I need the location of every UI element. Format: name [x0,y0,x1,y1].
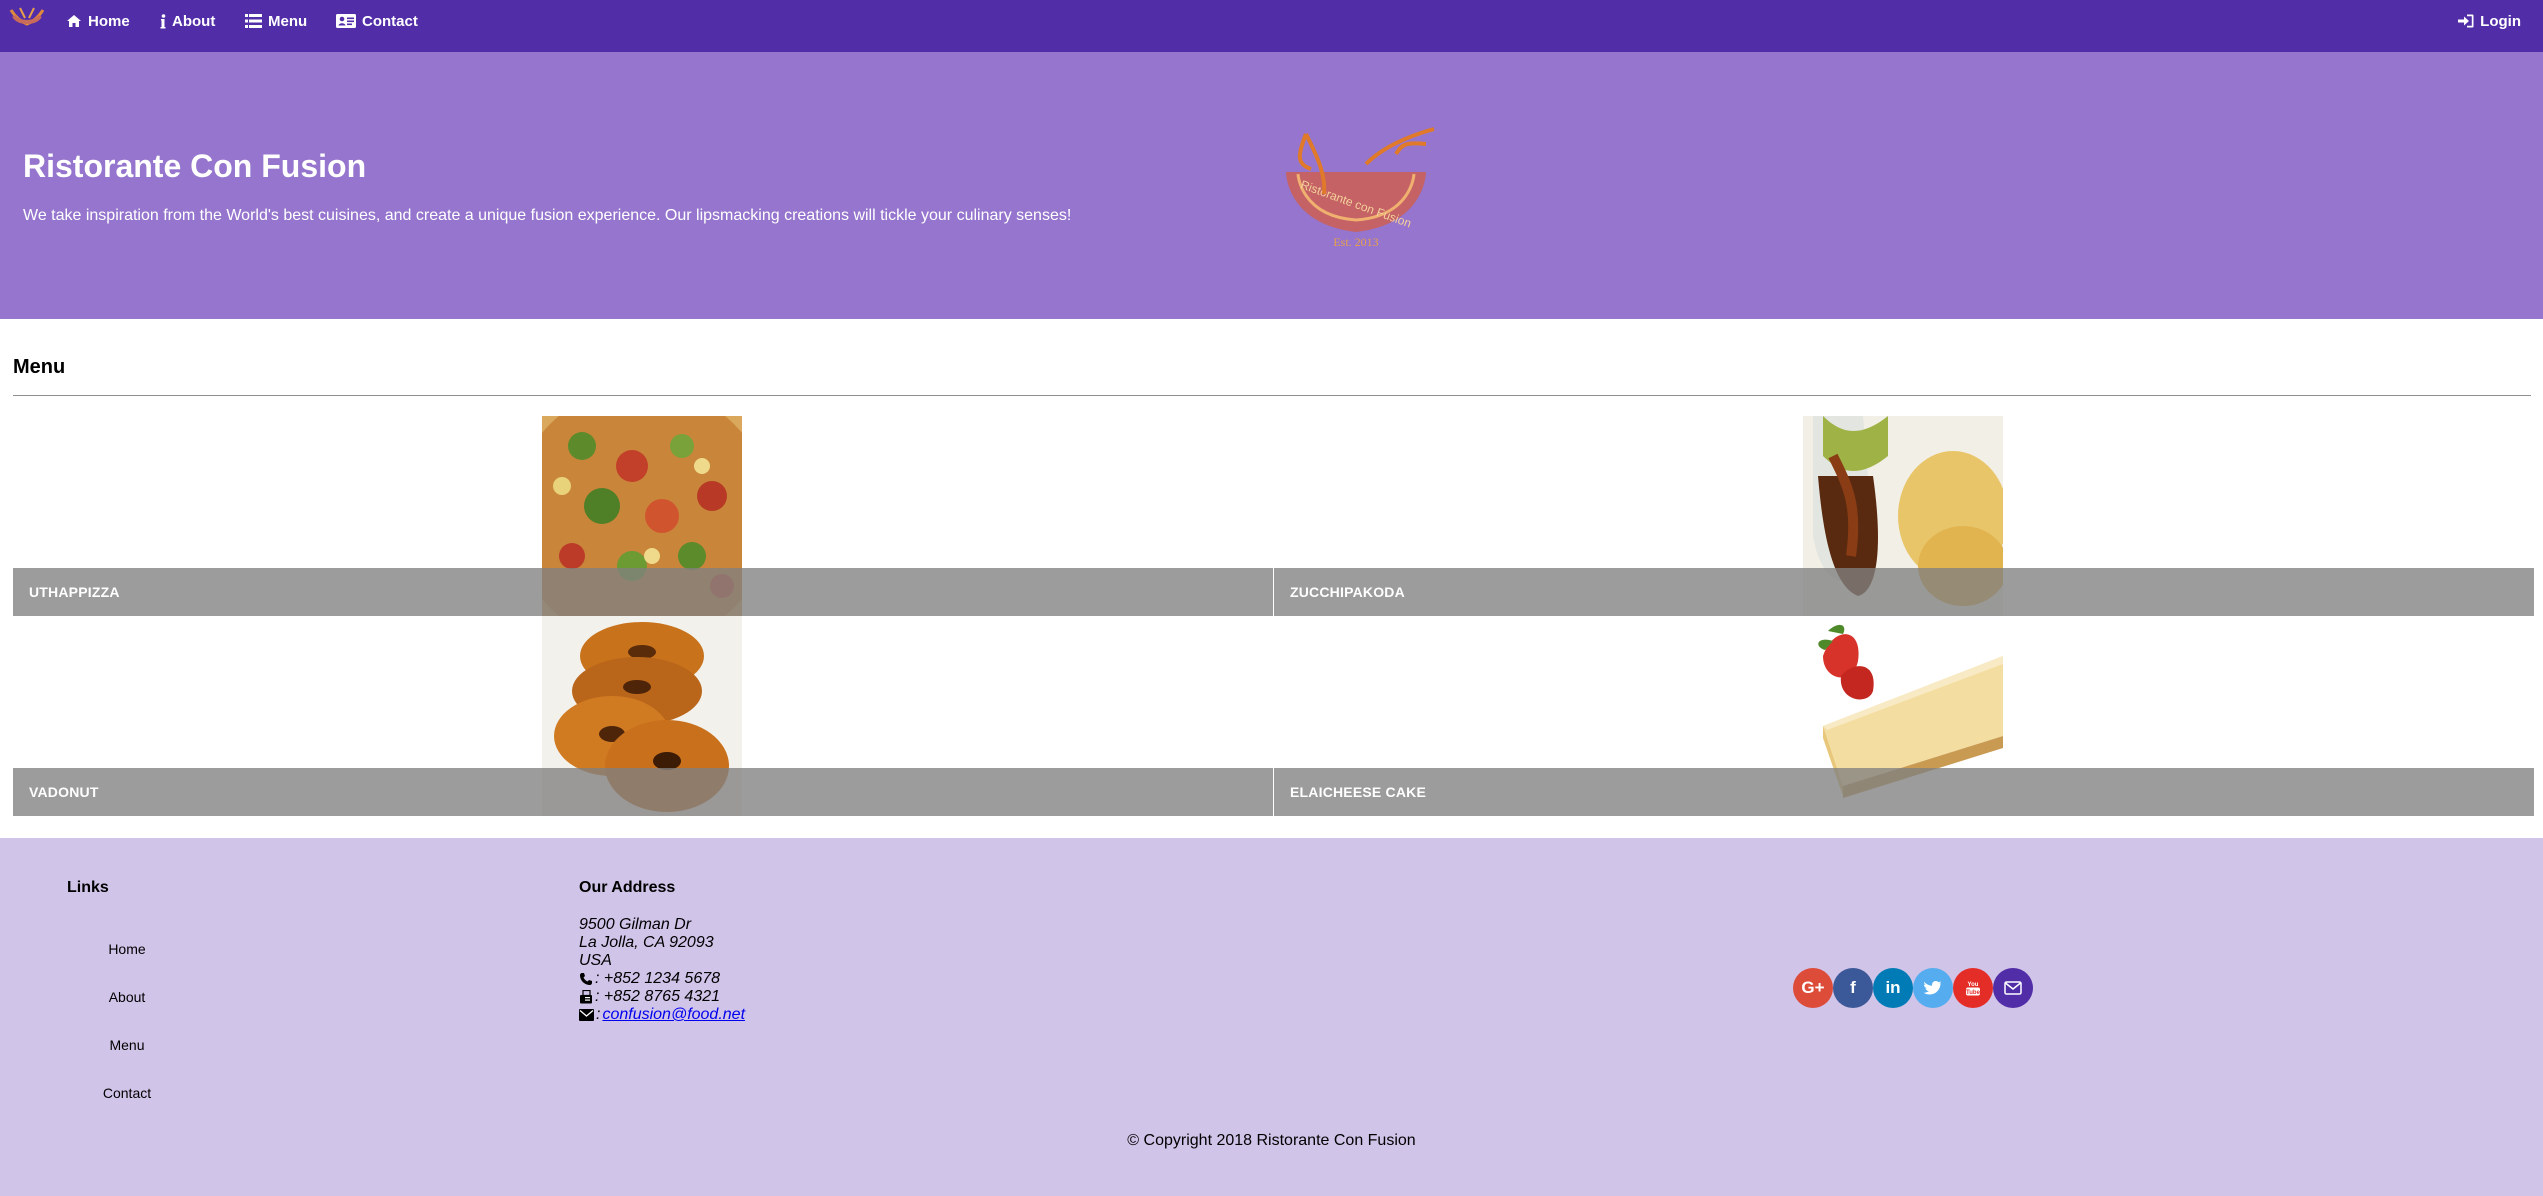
envelope-icon [579,1009,594,1021]
dish-tile-elaicheese-cake[interactable]: ELAICHEESE CAKE [1274,616,2534,816]
phone-line: : +852 1234 5678 [579,970,745,988]
footer-link-home[interactable]: Home [67,941,187,957]
nav-menu[interactable]: Menu [245,10,307,32]
login-label: Login [2480,12,2521,30]
twitter-bird-icon [1924,980,1942,994]
navbar: Home About Menu Contact Login [0,0,2543,52]
facebook-icon[interactable]: f [1833,968,1873,1008]
fax-number: : +852 8765 4321 [595,988,721,1005]
nav-contact[interactable]: Contact [336,10,418,32]
divider [13,395,2531,396]
links-heading: Links [67,879,109,896]
svg-text:Est. 2013: Est. 2013 [1333,235,1378,249]
nav-about-label: About [172,12,216,30]
footer-link-about[interactable]: About [67,989,187,1005]
address-line: USA [579,952,612,969]
info-icon [160,13,166,28]
login-button[interactable]: Login [2458,10,2521,32]
google-plus-glyph: G+ [1801,978,1825,997]
linkedin-icon[interactable]: in [1873,968,1913,1008]
fax-line: : +852 8765 4321 [579,988,745,1006]
nav-contact-label: Contact [362,12,418,30]
address-block: 9500 Gilman Dr La Jolla, CA 92093 USA : … [579,916,745,1024]
address-line: 9500 Gilman Dr [579,916,692,933]
dish-name: UTHAPPIZZA [29,584,120,600]
email-prefix: : [596,1006,601,1023]
fax-icon [580,990,592,1004]
dish-caption-bar: ELAICHEESE CAKE [1274,768,2534,816]
list-icon [245,14,262,28]
address-card-icon [336,14,356,28]
jumbotron: Ristorante Con Fusion We take inspiratio… [0,52,2543,319]
linkedin-glyph: in [1885,978,1901,997]
footer-link-contact[interactable]: Contact [67,1085,187,1101]
svg-text:Tube: Tube [1966,990,1981,996]
dish-tile-uthappizza[interactable]: UTHAPPIZZA [13,416,1273,616]
menu-heading: Menu [13,356,66,378]
restaurant-logo-icon: Ristorante con Fusion Est. 2013 [1286,127,1435,249]
copyright: © Copyright 2018 Ristorante Con Fusion [1127,1132,1416,1149]
dish-tile-vadonut[interactable]: VADONUT [13,616,1273,816]
dish-caption-bar: VADONUT [13,768,1273,816]
dish-name: ZUCCHIPAKODA [1290,584,1405,600]
envelope-outline-icon [2004,981,2022,995]
phone-icon [580,973,592,985]
mail-icon[interactable] [1993,968,2033,1008]
email-line: : confusion@food.net [579,1006,745,1024]
nav-about[interactable]: About [160,10,215,32]
restaurant-tagline: We take inspiration from the World's bes… [23,207,1072,224]
footer-link-menu[interactable]: Menu [67,1037,187,1053]
nav-menu-label: Menu [268,12,308,30]
google-plus-icon[interactable]: G+ [1793,968,1833,1008]
youtube-logo-icon: You Tube [1966,982,1981,996]
social-buttons: G+ f in You Tube [1793,968,2033,1008]
dish-name: ELAICHEESE CAKE [1290,784,1427,800]
svg-text:You: You [1968,982,1979,988]
nav-home[interactable]: Home [66,10,130,32]
facebook-glyph: f [1850,978,1856,997]
address-line: La Jolla, CA 92093 [579,934,714,951]
dish-caption-bar: ZUCCHIPAKODA [1274,568,2534,616]
dish-tile-zucchipakoda[interactable]: ZUCCHIPAKODA [1274,416,2534,616]
sign-in-icon [2458,14,2474,28]
home-icon [67,15,81,27]
twitter-icon[interactable] [1913,968,1953,1008]
phone-number: : +852 1234 5678 [595,970,721,987]
footer: Links Home About Menu Contact Our Addres… [0,838,2543,1196]
address-heading: Our Address [579,879,676,896]
dish-caption-bar: UTHAPPIZZA [13,568,1273,616]
youtube-icon[interactable]: You Tube [1953,968,1993,1008]
restaurant-title: Ristorante Con Fusion [23,148,367,184]
email-link[interactable]: confusion@food.net [602,1006,745,1024]
nav-home-label: Home [88,12,130,30]
dish-name: VADONUT [29,784,99,800]
brand-logo-icon[interactable] [8,4,46,34]
